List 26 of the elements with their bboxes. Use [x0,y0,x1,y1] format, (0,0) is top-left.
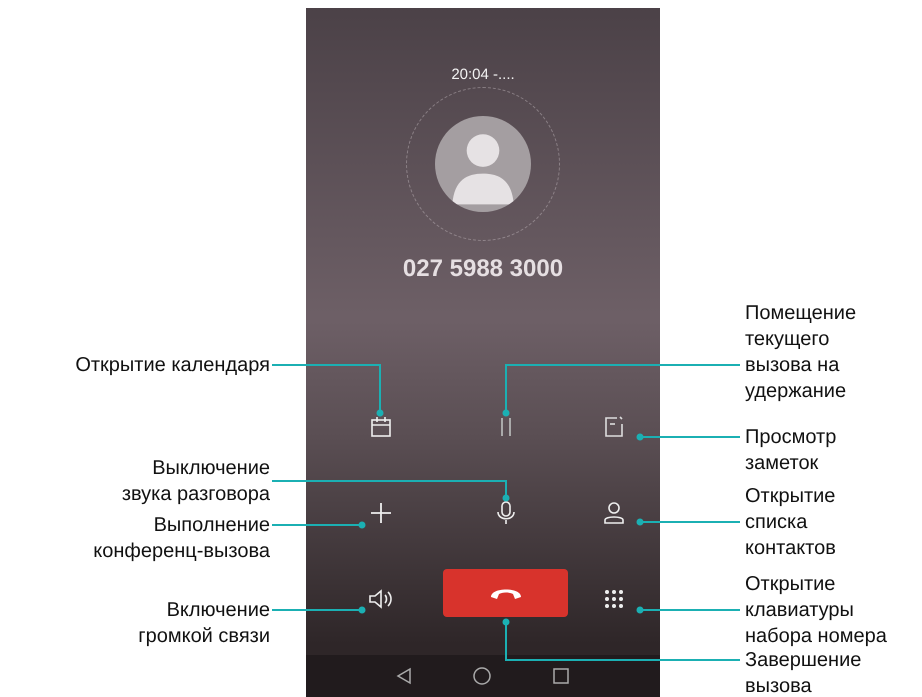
callout-label: Открытие списка контактов [745,484,836,561]
home-icon [472,666,492,686]
pause-icon [498,416,512,438]
home-button[interactable] [472,666,492,686]
phone-number: 027 5988 3000 [402,255,564,283]
keypad-icon [604,588,624,609]
callout-label: Открытие клавиатуры набора номера [745,572,887,649]
contact-icon [604,502,624,524]
callout-label: Помещение текущего вызова на удержание [745,301,856,404]
notes-icon [603,416,625,438]
phone-handset-button[interactable] [443,568,568,617]
callout-label: Просмотр заметок [745,425,836,476]
callout-label: Выполнение конференц-вызова [93,513,270,564]
callout-label: Выключение звука разговора [122,456,270,507]
back-icon [396,666,412,685]
back-button[interactable] [396,666,412,685]
call-timer: 20:04 -.... [451,66,515,83]
microphone-icon [496,500,516,525]
speaker-icon [368,588,394,609]
recents-button[interactable] [552,666,570,685]
recents-icon [552,666,570,685]
plus-icon [370,502,392,524]
callout-label: Завершение вызова [745,648,862,697]
callout-label: Включение громкой связи [138,598,270,649]
callout-label: Открытие календаря [75,353,270,378]
calendar-icon [370,416,392,438]
